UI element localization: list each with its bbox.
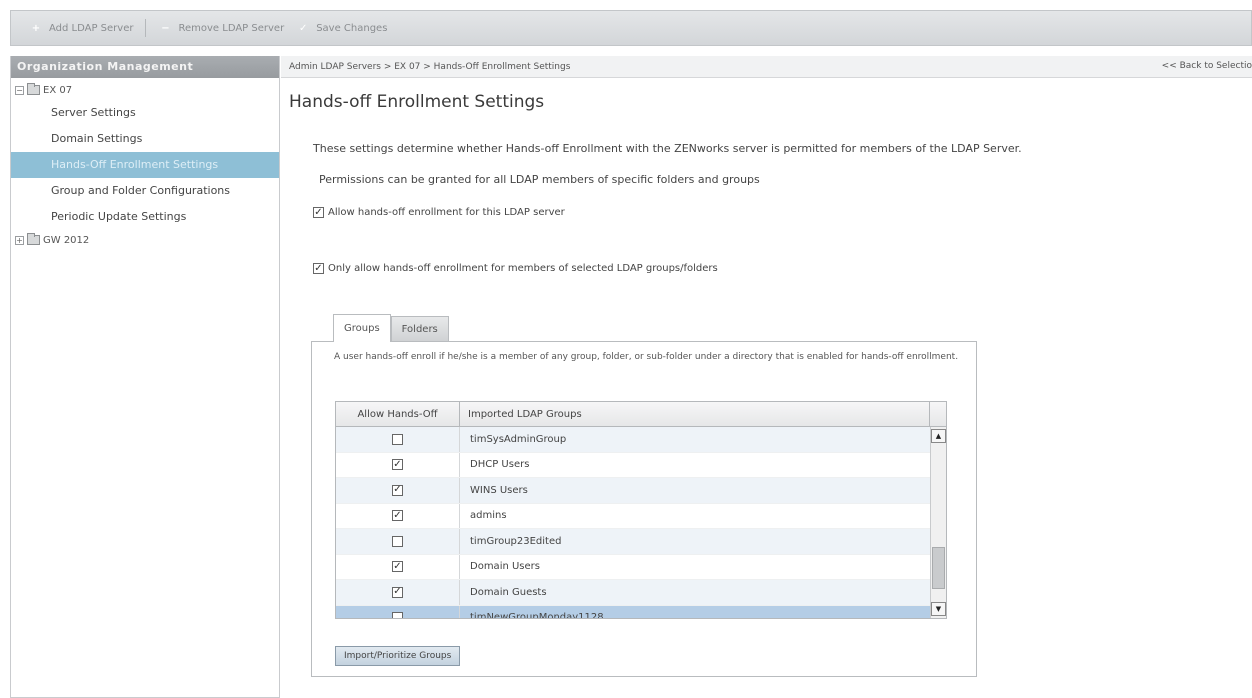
group-name: admins [470, 510, 507, 522]
tab-folders[interactable]: Folders [390, 316, 449, 342]
row-checkbox[interactable] [392, 535, 403, 547]
group-name: WINS Users [470, 484, 528, 496]
tree-root-ex07[interactable]: − EX 07 [11, 80, 279, 100]
sidebar-item-domain-settings[interactable]: Domain Settings [11, 126, 279, 152]
only-selected-label: Only allow hands-off enrollment for memb… [328, 263, 718, 274]
breadcrumb: Admin LDAP Servers > EX 07 > Hands-Off E… [281, 56, 1252, 78]
org-tree: − EX 07 Server Settings Domain Settings … [11, 78, 279, 250]
table-row[interactable]: ✓ DHCP Users [336, 452, 930, 478]
toolbar-separator [145, 19, 147, 37]
grid-scrollbar[interactable]: ▲ ▼ [930, 427, 946, 618]
tab-groups[interactable]: Groups [333, 314, 391, 342]
sidebar-item-server-settings[interactable]: Server Settings [11, 100, 279, 126]
row-checkbox[interactable]: ✓ [392, 586, 403, 598]
back-to-selection-link[interactable]: << Back to Selectio [1162, 61, 1252, 71]
add-ldap-server-button[interactable]: + Add LDAP Server [23, 11, 139, 45]
toolbar: + Add LDAP Server − Remove LDAP Server ✓… [10, 10, 1252, 46]
page-title: Hands-off Enrollment Settings [289, 92, 545, 112]
tree-root-label: EX 07 [43, 84, 73, 96]
sidebar-item-group-folder-config[interactable]: Group and Folder Configurations [11, 178, 279, 204]
only-selected-option: ✓ Only allow hands-off enrollment for me… [313, 263, 718, 274]
save-changes-button[interactable]: ✓ Save Changes [290, 11, 393, 45]
row-checkbox[interactable] [392, 433, 403, 445]
scroll-down-arrow-icon[interactable]: ▼ [931, 602, 946, 616]
sidebar-header: Organization Management [11, 56, 279, 78]
row-checkbox[interactable]: ✓ [392, 510, 403, 522]
column-header-spacer [930, 402, 946, 426]
row-checkbox[interactable]: ✓ [392, 484, 403, 496]
group-name: DHCP Users [470, 459, 530, 471]
column-header-groups[interactable]: Imported LDAP Groups [460, 402, 930, 426]
import-prioritize-groups-button[interactable]: Import/Prioritize Groups [335, 646, 461, 666]
description-text: These settings determine whether Hands-o… [313, 142, 1022, 155]
add-ldap-server-label: Add LDAP Server [49, 22, 134, 34]
groups-grid: Allow Hands-Off Imported LDAP Groups tim… [335, 401, 947, 619]
panel-help-text: A user hands-off enroll if he/she is a m… [334, 352, 959, 362]
row-checkbox[interactable]: ✓ [392, 561, 403, 573]
remove-ldap-server-label: Remove LDAP Server [178, 22, 285, 34]
scrollbar-thumb[interactable] [932, 547, 945, 589]
group-name: timGroup23Edited [470, 535, 562, 547]
only-selected-checkbox[interactable]: ✓ [313, 263, 324, 274]
folder-icon [27, 83, 40, 95]
table-row-selected[interactable]: timNewGroupMonday1128 [336, 605, 930, 618]
remove-ldap-server-button[interactable]: − Remove LDAP Server [152, 11, 290, 45]
table-row[interactable]: ✓ WINS Users [336, 478, 930, 504]
allow-hands-off-option: ✓ Allow hands-off enrollment for this LD… [313, 207, 565, 218]
table-row[interactable]: timGroup23Edited [336, 529, 930, 555]
groups-panel: A user hands-off enroll if he/she is a m… [311, 341, 977, 677]
sidebar-item-periodic-update[interactable]: Periodic Update Settings [11, 204, 279, 230]
breadcrumb-path[interactable]: Admin LDAP Servers > EX 07 > Hands-Off E… [289, 62, 570, 72]
collapse-toggle-icon[interactable]: − [15, 85, 24, 95]
scroll-up-arrow-icon[interactable]: ▲ [931, 429, 946, 443]
tree-root-label: GW 2012 [43, 234, 90, 246]
column-header-allow[interactable]: Allow Hands-Off [336, 402, 460, 426]
plus-icon: + [31, 22, 41, 34]
allow-hands-off-checkbox[interactable]: ✓ [313, 207, 324, 218]
tree-root-gw2012[interactable]: + GW 2012 [11, 230, 279, 250]
table-row[interactable]: ✓ Domain Guests [336, 580, 930, 606]
table-row[interactable]: timSysAdminGroup [336, 427, 930, 453]
group-name: timNewGroupMonday1128 [470, 612, 604, 618]
tab-strip: Groups Folders [333, 314, 449, 342]
sidebar-item-hands-off-enrollment[interactable]: Hands-Off Enrollment Settings [11, 152, 279, 178]
expand-toggle-icon[interactable]: + [15, 235, 24, 245]
group-name: Domain Guests [470, 586, 547, 598]
group-name: timSysAdminGroup [470, 433, 567, 445]
sidebar: Organization Management − EX 07 Server S… [10, 56, 280, 698]
folder-icon [27, 233, 40, 245]
table-row[interactable]: ✓ Domain Users [336, 554, 930, 580]
table-row[interactable]: ✓ admins [336, 503, 930, 529]
allow-hands-off-label: Allow hands-off enrollment for this LDAP… [328, 207, 565, 218]
save-changes-label: Save Changes [316, 22, 388, 34]
row-checkbox[interactable] [392, 612, 403, 618]
permissions-text: Permissions can be granted for all LDAP … [319, 173, 760, 186]
minus-icon: − [161, 22, 170, 34]
grid-body: timSysAdminGroup ✓ DHCP Users ✓ WINS Use… [336, 427, 930, 618]
row-checkbox[interactable]: ✓ [392, 459, 403, 471]
grid-header: Allow Hands-Off Imported LDAP Groups [336, 402, 946, 427]
group-name: Domain Users [470, 561, 540, 573]
checkmark-icon: ✓ [298, 22, 308, 34]
